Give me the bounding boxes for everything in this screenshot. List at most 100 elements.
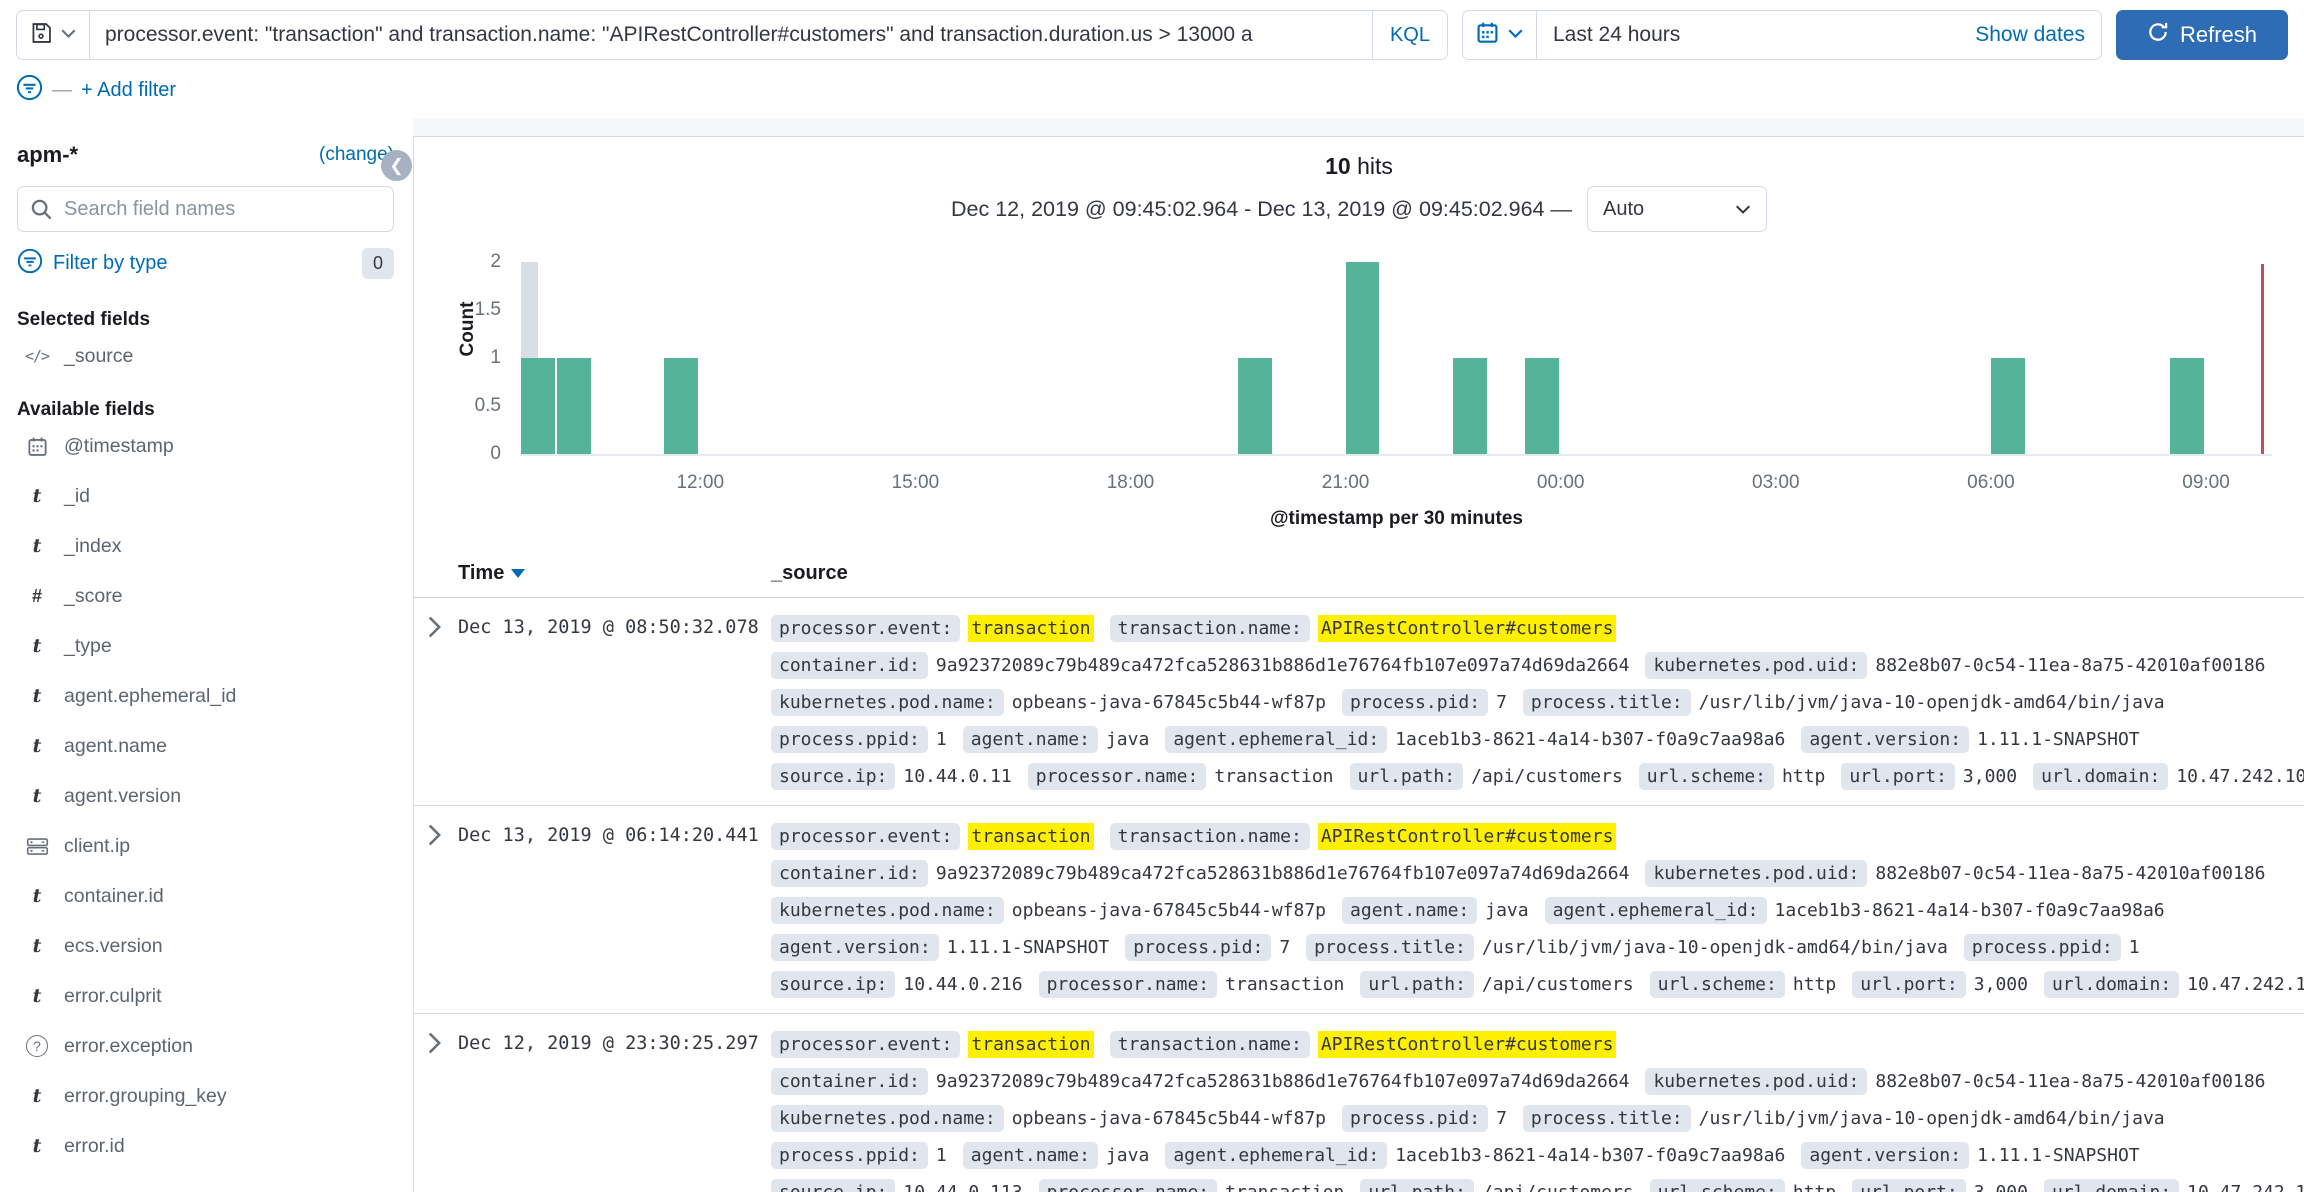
field-name-badge[interactable]: url.path: bbox=[1360, 1179, 1474, 1192]
field-name-badge[interactable]: url.scheme: bbox=[1639, 763, 1774, 790]
field-name-badge[interactable]: agent.name: bbox=[1342, 897, 1477, 924]
histogram-bar-23:30[interactable] bbox=[1525, 358, 1559, 454]
time-range-value[interactable]: Last 24 hours bbox=[1537, 11, 1959, 59]
field-name-badge[interactable]: process.ppid: bbox=[1964, 934, 2121, 961]
field-name-badge[interactable]: source.ip: bbox=[771, 1179, 895, 1192]
field-name-badge[interactable]: transaction.name: bbox=[1110, 823, 1310, 850]
field-item--type[interactable]: t_type bbox=[17, 621, 394, 671]
field-name-badge[interactable]: kubernetes.pod.uid: bbox=[1645, 1068, 1867, 1095]
time-column-header[interactable]: Time bbox=[458, 562, 771, 585]
field-name-badge[interactable]: url.domain: bbox=[2044, 1179, 2179, 1192]
field-name-badge[interactable]: transaction.name: bbox=[1110, 615, 1310, 642]
field-name-badge[interactable]: process.pid: bbox=[1125, 934, 1271, 961]
histogram-bar-10:00[interactable] bbox=[557, 358, 591, 454]
field-name-badge[interactable]: url.domain: bbox=[2033, 763, 2168, 790]
field-item--score[interactable]: #_score bbox=[17, 571, 394, 621]
field-name-badge[interactable]: processor.name: bbox=[1028, 763, 1207, 790]
field-name-badge[interactable]: kubernetes.pod.uid: bbox=[1645, 860, 1867, 887]
field-item--timestamp[interactable]: @timestamp bbox=[17, 421, 394, 471]
expand-row-button[interactable] bbox=[414, 1026, 458, 1192]
histogram-bar-19:30[interactable] bbox=[1238, 358, 1272, 454]
field-name-badge[interactable]: url.port: bbox=[1852, 1179, 1966, 1192]
field-name-badge[interactable]: container.id: bbox=[771, 652, 928, 679]
field-name-badge[interactable]: processor.name: bbox=[1039, 971, 1218, 998]
histogram-bar-06:00[interactable] bbox=[1991, 358, 2025, 454]
field-name-badge[interactable]: url.port: bbox=[1841, 763, 1955, 790]
field-name-badge[interactable]: process.ppid: bbox=[771, 726, 928, 753]
field-name-badge[interactable]: processor.event: bbox=[771, 823, 960, 850]
field-name-badge[interactable]: agent.version: bbox=[771, 934, 939, 961]
field-name-badge[interactable]: url.scheme: bbox=[1650, 1179, 1785, 1192]
field-value: 10.44.0.216 bbox=[903, 974, 1022, 995]
field-item-error-id[interactable]: terror.id bbox=[17, 1121, 394, 1171]
expand-row-button[interactable] bbox=[414, 610, 458, 795]
field-item-client-ip[interactable]: client.ip bbox=[17, 821, 394, 871]
document-row: Dec 12, 2019 @ 23:30:25.297processor.eve… bbox=[414, 1014, 2304, 1192]
field-name-badge[interactable]: agent.name: bbox=[963, 726, 1098, 753]
field-item-agent-ephemeral-id[interactable]: tagent.ephemeral_id bbox=[17, 671, 394, 721]
filter-menu-icon[interactable] bbox=[16, 74, 43, 106]
field-item-error-culprit[interactable]: terror.culprit bbox=[17, 971, 394, 1021]
add-filter-button[interactable]: + Add filter bbox=[81, 79, 176, 102]
histogram-bar-22:30[interactable] bbox=[1453, 358, 1487, 454]
field-name-badge[interactable]: process.title: bbox=[1523, 689, 1691, 716]
histogram-bar-21:00[interactable] bbox=[1346, 262, 1380, 454]
field-name-badge[interactable]: url.path: bbox=[1350, 763, 1464, 790]
query-input-group: processor.event: "transaction" and trans… bbox=[16, 10, 1448, 60]
field-item-agent-version[interactable]: tagent.version bbox=[17, 771, 394, 821]
field-name-badge[interactable]: kubernetes.pod.uid: bbox=[1645, 652, 1867, 679]
histogram-bar-09:30[interactable] bbox=[521, 358, 555, 454]
field-name-badge[interactable]: url.path: bbox=[1360, 971, 1474, 998]
field-value-pair: agent.ephemeral_id:1aceb1b3-8621-4a14-b3… bbox=[1545, 897, 2165, 924]
histogram-plot-area[interactable]: @timestamp per 30 minutes 00.511.5212:00… bbox=[521, 262, 2272, 456]
field-name-badge[interactable]: process.pid: bbox=[1342, 689, 1488, 716]
field-name-badge[interactable]: process.title: bbox=[1306, 934, 1474, 961]
field-item-error-exception[interactable]: ?error.exception bbox=[17, 1021, 394, 1071]
field-name-badge[interactable]: url.scheme: bbox=[1650, 971, 1785, 998]
field-name-badge[interactable]: agent.version: bbox=[1801, 1142, 1969, 1169]
field-name-badge[interactable]: process.ppid: bbox=[771, 1142, 928, 1169]
field-name-badge[interactable]: container.id: bbox=[771, 1068, 928, 1095]
date-picker-group: Last 24 hours Show dates bbox=[1462, 10, 2102, 60]
histogram-bar-11:30[interactable] bbox=[664, 358, 698, 454]
field-item--source[interactable]: </>_source bbox=[17, 331, 394, 381]
field-item-ecs-version[interactable]: tecs.version bbox=[17, 921, 394, 971]
field-item-container-id[interactable]: tcontainer.id bbox=[17, 871, 394, 921]
field-name-badge[interactable]: processor.event: bbox=[771, 1031, 960, 1058]
field-item-error-grouping-key[interactable]: terror.grouping_key bbox=[17, 1071, 394, 1121]
refresh-button[interactable]: Refresh bbox=[2116, 10, 2288, 60]
show-dates-button[interactable]: Show dates bbox=[1959, 11, 2101, 59]
field-item-agent-name[interactable]: tagent.name bbox=[17, 721, 394, 771]
field-name-badge[interactable]: agent.ephemeral_id: bbox=[1165, 726, 1387, 753]
field-name-badge[interactable]: processor.event: bbox=[771, 615, 960, 642]
field-name-badge[interactable]: agent.ephemeral_id: bbox=[1545, 897, 1767, 924]
filter-by-type-button[interactable]: Filter by type bbox=[53, 252, 167, 275]
field-name-badge[interactable]: container.id: bbox=[771, 860, 928, 887]
field-name-badge[interactable]: url.domain: bbox=[2044, 971, 2179, 998]
query-language-button[interactable]: KQL bbox=[1372, 11, 1447, 59]
field-name-badge[interactable]: process.title: bbox=[1523, 1105, 1691, 1132]
expand-row-button[interactable] bbox=[414, 818, 458, 1003]
field-item--id[interactable]: t_id bbox=[17, 471, 394, 521]
field-name-badge[interactable]: processor.name: bbox=[1039, 1179, 1218, 1192]
kql-query-input[interactable]: processor.event: "transaction" and trans… bbox=[90, 11, 1372, 59]
collapse-sidebar-button[interactable]: ❮ bbox=[381, 150, 412, 181]
search-field-names-input[interactable] bbox=[17, 186, 394, 232]
saved-query-menu-button[interactable] bbox=[17, 11, 90, 59]
field-name-badge[interactable]: kubernetes.pod.name: bbox=[771, 1105, 1004, 1132]
field-name-badge[interactable]: transaction.name: bbox=[1110, 1031, 1310, 1058]
date-quick-menu-button[interactable] bbox=[1463, 11, 1537, 59]
field-name: agent.ephemeral_id bbox=[64, 685, 236, 708]
field-name-badge[interactable]: url.port: bbox=[1852, 971, 1966, 998]
field-name-badge[interactable]: agent.version: bbox=[1801, 726, 1969, 753]
interval-select[interactable]: Auto bbox=[1587, 186, 1767, 232]
field-name-badge[interactable]: agent.name: bbox=[963, 1142, 1098, 1169]
field-name-badge[interactable]: agent.ephemeral_id: bbox=[1165, 1142, 1387, 1169]
field-name-badge[interactable]: kubernetes.pod.name: bbox=[771, 897, 1004, 924]
field-name-badge[interactable]: process.pid: bbox=[1342, 1105, 1488, 1132]
histogram-bar-08:30[interactable] bbox=[2170, 358, 2204, 454]
field-item--index[interactable]: t_index bbox=[17, 521, 394, 571]
field-name-badge[interactable]: source.ip: bbox=[771, 971, 895, 998]
field-name-badge[interactable]: source.ip: bbox=[771, 763, 895, 790]
field-name-badge[interactable]: kubernetes.pod.name: bbox=[771, 689, 1004, 716]
